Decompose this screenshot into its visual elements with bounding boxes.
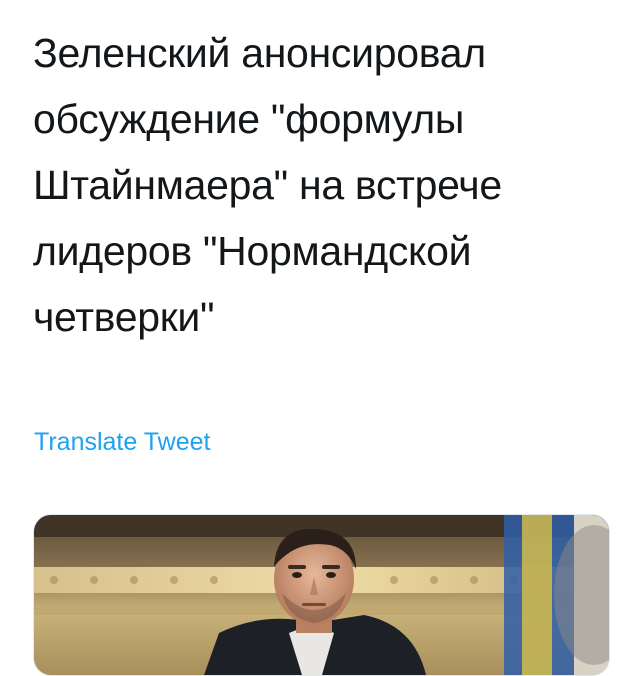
translate-tweet-link[interactable]: Translate Tweet	[34, 424, 210, 460]
photo-image	[34, 515, 609, 675]
tweet-media-photo[interactable]	[33, 514, 610, 676]
tweet-text: Зеленский анонсировал обсуждение "формул…	[33, 30, 513, 340]
